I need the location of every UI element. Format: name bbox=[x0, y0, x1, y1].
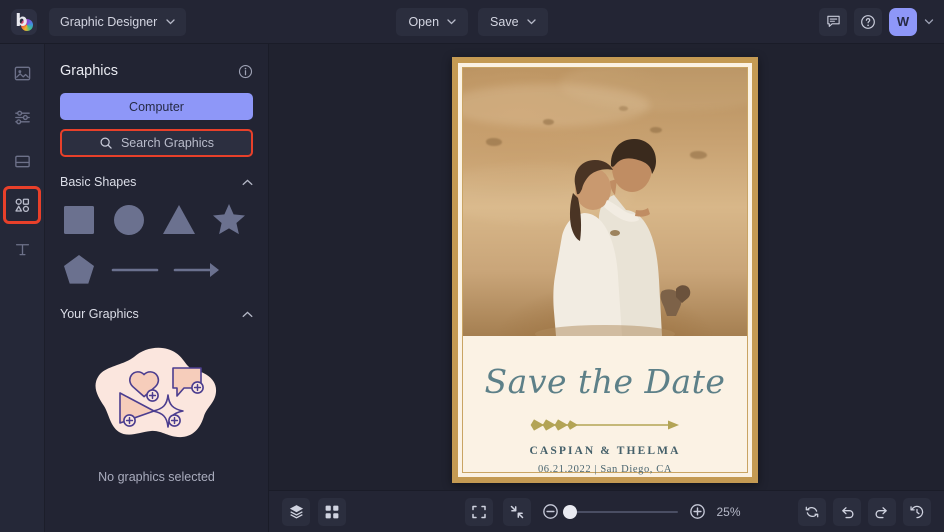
pentagon-shape[interactable] bbox=[60, 251, 98, 289]
open-label: Open bbox=[408, 14, 440, 29]
chevron-down-icon bbox=[447, 18, 456, 24]
account-chevron-down-icon[interactable] bbox=[924, 18, 934, 25]
search-icon bbox=[100, 137, 112, 149]
panel-header: Graphics bbox=[60, 49, 253, 93]
tool-rail bbox=[0, 44, 45, 532]
zoom-slider-handle[interactable] bbox=[562, 504, 577, 519]
search-graphics-label: Search Graphics bbox=[120, 136, 215, 150]
bottom-toolbar: 25% bbox=[269, 490, 944, 532]
page-title: Graphics bbox=[60, 63, 119, 79]
sidebar-item-text-tool[interactable] bbox=[5, 232, 39, 266]
arrow-ornament[interactable] bbox=[463, 417, 747, 433]
card-names[interactable]: CASPIAN & THELMA bbox=[463, 445, 747, 457]
project-name-label: Graphic Designer bbox=[60, 14, 158, 29]
history-icon bbox=[910, 505, 924, 518]
grid-view-button[interactable] bbox=[318, 497, 346, 526]
zoom-out-icon[interactable] bbox=[541, 502, 560, 521]
canvas-area[interactable]: Save the Date CASPIAN & THELMA 06.21.202 bbox=[269, 44, 944, 490]
chevron-up-icon bbox=[242, 179, 253, 185]
chevron-down-icon bbox=[526, 18, 536, 24]
shrink-to-fit-button[interactable] bbox=[502, 497, 531, 526]
save-button[interactable]: Save bbox=[478, 7, 548, 36]
sidebar-item-frames-tool[interactable] bbox=[5, 144, 39, 178]
sidebar-item-edit-tool[interactable] bbox=[5, 100, 39, 134]
triangle-shape[interactable] bbox=[160, 201, 198, 239]
your-graphics-empty-state: No graphics selected bbox=[60, 339, 253, 484]
undo-button[interactable] bbox=[833, 497, 861, 526]
arrow-shape[interactable] bbox=[172, 251, 222, 289]
reset-icon bbox=[805, 506, 819, 517]
fit-screen-button[interactable] bbox=[464, 497, 493, 526]
grid-icon bbox=[325, 505, 339, 518]
zoom-slider[interactable] bbox=[562, 504, 678, 519]
search-placeholder-label: Search Graphics bbox=[121, 136, 214, 150]
sidebar-item-graphics-tool[interactable] bbox=[3, 186, 41, 224]
design-card[interactable]: Save the Date CASPIAN & THELMA 06.21.202 bbox=[452, 57, 758, 483]
top-toolbar: b Graphic Designer Open Save W bbox=[0, 0, 944, 44]
layers-icon bbox=[289, 505, 303, 519]
help-button[interactable] bbox=[854, 7, 882, 36]
card-inner-border: Save the Date CASPIAN & THELMA 06.21.202 bbox=[462, 67, 748, 475]
account-actions-group: W bbox=[819, 7, 934, 36]
basic-shapes-row-2 bbox=[60, 251, 253, 289]
redo-icon bbox=[875, 506, 887, 518]
chevron-up-icon bbox=[242, 311, 253, 317]
layers-button[interactable] bbox=[282, 497, 310, 526]
search-graphics-input[interactable]: Search Graphics bbox=[60, 129, 253, 157]
zoom-level-label: 25% bbox=[716, 504, 741, 519]
user-avatar[interactable]: W bbox=[889, 7, 917, 36]
your-graphics-section-header[interactable]: Your Graphics bbox=[60, 307, 253, 321]
reset-button[interactable] bbox=[798, 497, 826, 526]
shrink-icon bbox=[510, 505, 523, 518]
your-graphics-title: Your Graphics bbox=[60, 307, 139, 321]
sliders-icon bbox=[14, 110, 30, 124]
card-text-block: Save the Date CASPIAN & THELMA 06.21.202 bbox=[463, 336, 747, 475]
basic-shapes-row-1 bbox=[60, 201, 253, 239]
view-tools-group bbox=[282, 497, 346, 526]
question-mark-icon bbox=[861, 14, 875, 29]
open-button[interactable]: Open bbox=[396, 7, 469, 36]
computer-button-label: Computer bbox=[129, 99, 184, 114]
shapes-icon bbox=[14, 198, 29, 212]
frame-icon bbox=[14, 155, 30, 167]
feedback-button[interactable] bbox=[819, 7, 847, 36]
star-shape[interactable] bbox=[210, 201, 248, 239]
square-shape[interactable] bbox=[60, 201, 98, 239]
history-button[interactable] bbox=[903, 497, 931, 526]
sidebar-item-image-tool[interactable] bbox=[5, 56, 39, 90]
arrow-ornament-icon bbox=[530, 419, 679, 431]
info-icon[interactable] bbox=[238, 64, 253, 79]
empty-state-label: No graphics selected bbox=[98, 470, 215, 484]
fit-screen-icon bbox=[471, 505, 486, 518]
computer-upload-button[interactable]: Computer bbox=[60, 93, 253, 120]
chevron-down-icon bbox=[166, 18, 175, 24]
zoom-in-icon[interactable] bbox=[688, 502, 707, 521]
card-details[interactable]: 06.21.2022 | San Diego, CA bbox=[463, 464, 747, 475]
app-root: b Graphic Designer Open Save W Graphics … bbox=[0, 0, 944, 532]
text-icon bbox=[15, 243, 29, 255]
couple-desert-photo[interactable] bbox=[463, 68, 747, 336]
no-graphics-illustration bbox=[95, 347, 216, 438]
line-shape[interactable] bbox=[110, 251, 160, 289]
chat-icon bbox=[826, 15, 840, 27]
avatar-initial: W bbox=[896, 14, 910, 29]
save-label: Save bbox=[490, 14, 519, 29]
logo-letter: b bbox=[15, 11, 28, 31]
redo-button[interactable] bbox=[868, 497, 896, 526]
couple-figure bbox=[535, 139, 691, 336]
basic-shapes-section-header[interactable]: Basic Shapes bbox=[60, 175, 253, 189]
project-name-dropdown[interactable]: Graphic Designer bbox=[49, 7, 187, 36]
card-headline[interactable]: Save the Date bbox=[463, 362, 747, 401]
image-icon bbox=[14, 66, 30, 80]
history-tools-group bbox=[798, 497, 931, 526]
circle-shape[interactable] bbox=[110, 201, 148, 239]
basic-shapes-title: Basic Shapes bbox=[60, 175, 137, 189]
graphics-panel: Graphics Computer Search Graphics Basic … bbox=[45, 44, 269, 532]
app-logo[interactable]: b bbox=[11, 8, 37, 35]
undo-icon bbox=[842, 506, 854, 518]
